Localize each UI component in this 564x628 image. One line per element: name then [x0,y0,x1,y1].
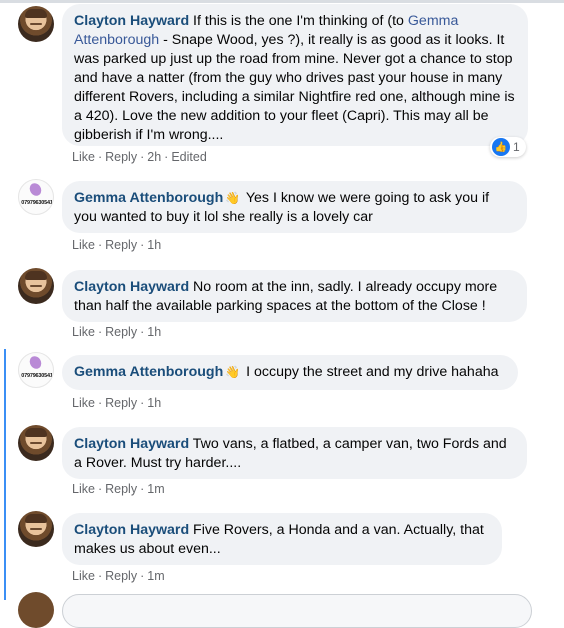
comment-actions: Like · Reply · 2h · Edited [72,150,207,164]
comment-bubble: Clayton Hayward Two vans, a flatbed, a c… [62,427,527,479]
comment-author[interactable]: Gemma Attenborough [74,364,223,380]
like-button[interactable]: Like [72,325,95,339]
reaction-count-badge[interactable]: 👍 1 [490,137,526,157]
current-user-avatar [18,592,54,628]
comment-text: - Snape Wood, yes ?), it really is as go… [74,32,515,143]
comment-timestamp[interactable]: 1h [147,238,161,252]
like-button[interactable]: Like [72,150,95,164]
avatar[interactable] [18,425,54,461]
comment-author[interactable]: Clayton Hayward [74,279,189,295]
like-button[interactable]: Like [72,569,95,583]
reply-button[interactable]: Reply [105,569,137,583]
separator: · [140,238,145,252]
comment-actions: Like · Reply · 1h [72,238,161,252]
comment-timestamp[interactable]: 1m [147,482,164,496]
avatar[interactable] [18,268,54,304]
separator: · [164,150,169,164]
separator: · [140,482,145,496]
separator: · [97,396,103,410]
edited-label[interactable]: Edited [171,150,206,164]
reply-input-field[interactable] [62,594,532,628]
reply-button[interactable]: Reply [105,482,137,496]
separator: · [140,396,145,410]
separator: · [140,569,145,583]
comment-author[interactable]: Clayton Hayward [74,13,189,29]
comment-author[interactable]: Gemma Attenborough [74,190,223,206]
comment-timestamp[interactable]: 1h [147,325,161,339]
comment-bubble: Clayton Hayward No room at the inn, sadl… [62,270,527,322]
like-button[interactable]: Like [72,238,95,252]
separator: · [140,325,145,339]
avatar[interactable] [18,511,54,547]
comment-timestamp[interactable]: 1m [147,569,164,583]
comment-bubble: Clayton Hayward If this is the one I'm t… [62,4,528,146]
avatar-phone-text: 07979630541 [21,200,53,206]
reply-button[interactable]: Reply [105,396,137,410]
avatar[interactable] [18,6,54,42]
reaction-count: 1 [513,140,520,154]
separator: · [97,325,103,339]
reply-button[interactable]: Reply [105,325,137,339]
wave-icon: 👋 [225,191,241,205]
comment-bubble: Gemma Attenborough 👋 Yes I know we were g… [62,181,527,233]
avatar-phone-text: 07979630541 [21,373,53,379]
flower-icon [28,354,43,371]
comment-actions: Like · Reply · 1h [72,396,161,410]
comment-actions: Like · Reply · 1h [72,325,161,339]
wave-icon: 👋 [225,365,241,379]
comment-actions: Like · Reply · 1m [72,569,165,583]
reply-button[interactable]: Reply [105,238,137,252]
thread-indicator-line [4,349,6,600]
separator: · [97,238,103,252]
separator: · [140,150,145,164]
comment-bubble: Clayton Hayward Five Rovers, a Honda and… [62,513,502,565]
comment-text: I occupy the street and my drive hahaha [242,364,499,380]
comment-author[interactable]: Clayton Hayward [74,436,189,452]
comment-text: If this is the one I'm thinking of (to [189,13,408,29]
comment-bubble: Gemma Attenborough 👋 I occupy the street … [62,355,518,390]
comment-author[interactable]: Clayton Hayward [74,522,189,538]
comment-timestamp[interactable]: 1h [147,396,161,410]
like-button[interactable]: Like [72,482,95,496]
reply-button[interactable]: Reply [105,150,137,164]
thumbs-up-icon: 👍 [492,138,510,156]
avatar[interactable]: 07979630541 [18,179,54,215]
separator: · [97,569,103,583]
flower-icon [28,181,43,198]
top-divider [0,0,564,3]
separator: · [97,150,103,164]
like-button[interactable]: Like [72,396,95,410]
avatar[interactable]: 07979630541 [18,352,54,388]
comment-timestamp[interactable]: 2h [147,150,161,164]
separator: · [97,482,103,496]
comment-actions: Like · Reply · 1m [72,482,165,496]
